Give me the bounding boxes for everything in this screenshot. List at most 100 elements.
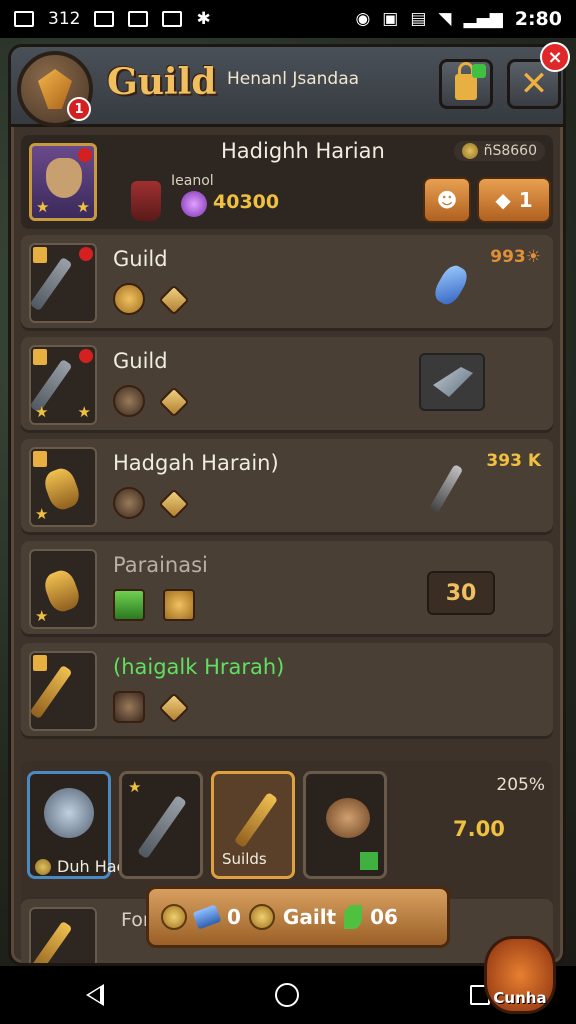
corner-close-button[interactable]: × — [540, 42, 570, 72]
star-icon: ★ — [36, 198, 50, 216]
leader-value: 40300 — [213, 191, 280, 213]
axe-icon — [31, 920, 73, 963]
guild-label: Gailt — [282, 905, 337, 929]
gem-count: 0 — [227, 905, 241, 929]
bluetooth-icon: ✱ — [196, 9, 211, 29]
list-item[interactable]: ★ Parainasi 30 — [21, 541, 553, 637]
leaf-icon — [344, 905, 363, 929]
cookie-icon — [113, 283, 145, 315]
photo-icon — [162, 11, 183, 27]
green-gem-icon — [113, 589, 145, 621]
row-value: 393 K — [486, 451, 541, 471]
signal-icon: ▂▄▆ — [463, 9, 503, 29]
list-item[interactable]: ★ ★ Guild — [21, 337, 553, 433]
guild-coin-icon — [248, 904, 275, 930]
star-icon: ★ — [35, 403, 49, 421]
card-label: Suilds — [222, 850, 267, 868]
diamond-icon — [158, 284, 190, 316]
status-left-text: 312 — [48, 9, 81, 29]
lock-button[interactable] — [439, 59, 493, 109]
leader-name: Hadighh Harian — [221, 139, 385, 163]
torch-icon — [428, 463, 464, 515]
hammer-icon — [31, 256, 73, 312]
plus-icon — [472, 64, 486, 78]
count-box[interactable]: 30 — [427, 571, 495, 615]
guild-emblem[interactable]: 1 — [17, 51, 93, 127]
leader-portrait[interactable]: ★ ★ — [29, 143, 97, 221]
hero-button[interactable]: Cunha — [484, 936, 556, 1014]
corner-counter: ñS8660 — [453, 141, 545, 161]
weapon-card-selected[interactable]: Suilds — [211, 771, 295, 879]
app-icon — [128, 11, 149, 27]
leaf-count: 06 — [370, 905, 398, 929]
home-icon[interactable] — [274, 983, 299, 1007]
back-icon[interactable] — [85, 984, 104, 1006]
percent-value: 205% — [496, 775, 545, 795]
close-icon: ✕ — [519, 64, 549, 104]
list-item[interactable]: Guild 993☀ — [21, 235, 553, 331]
list-item[interactable]: ★ Hadgah Harain) 393 K — [21, 439, 553, 535]
row-title: Parainasi — [113, 553, 208, 577]
item-slot: ★ — [29, 447, 97, 527]
item-card[interactable] — [303, 771, 387, 879]
orb-icon — [113, 487, 145, 519]
item-slot — [29, 651, 97, 731]
item-slot — [29, 907, 97, 963]
alarm-icon: ◉ — [355, 9, 371, 29]
star-icon: ★ — [77, 403, 91, 421]
panel-header: 1 Guild Henanl Jsandaa ✕ — [11, 47, 563, 127]
emblem-badge: 1 — [67, 97, 91, 121]
coin-icon — [161, 904, 187, 930]
status-time: 2:80 — [514, 8, 562, 30]
potion-icon — [131, 181, 161, 221]
weapon-card[interactable]: ★ — [119, 771, 203, 879]
diamond-icon — [158, 386, 190, 418]
page-title: Guild — [107, 61, 217, 103]
item-slot: ★ ★ — [29, 345, 97, 425]
leader-label: Ieanol — [171, 173, 214, 189]
row-title: Hadgah Harain) — [113, 451, 279, 475]
gold-bar-icon — [163, 589, 195, 621]
amber-gem-icon — [38, 69, 72, 109]
notification-icon — [94, 11, 115, 27]
resource-bar[interactable]: 0 Gailt 06 — [146, 886, 450, 948]
spear-icon — [31, 664, 73, 720]
vibrate-icon: ▤ — [410, 9, 427, 29]
star-icon: ★ — [128, 778, 142, 796]
resource-button[interactable]: ◆ 1 — [477, 177, 551, 223]
coin-icon — [35, 858, 51, 875]
coin-icon — [461, 143, 478, 159]
barrel-icon — [326, 798, 370, 838]
row-value: 993☀ — [490, 247, 541, 267]
guild-panel: 1 Guild Henanl Jsandaa ✕ ★ ★ Hadighh Har… — [8, 44, 566, 966]
guild-info-card: ★ ★ Hadighh Harian Ieanol 40300 ñS8660 ☻… — [21, 135, 553, 229]
page-subtitle: Henanl Jsandaa — [227, 69, 360, 89]
cost-value: 7.00 — [453, 817, 505, 841]
star-icon: ★ — [76, 198, 90, 216]
row-title: Guild — [113, 349, 168, 373]
item-slot: ★ — [29, 549, 97, 629]
purple-gem-icon — [181, 191, 207, 217]
row-title: Guild — [113, 247, 168, 271]
cookie-icon — [113, 385, 145, 417]
crystal-icon — [430, 261, 472, 309]
staff-icon — [233, 791, 279, 849]
helmet-icon — [113, 691, 145, 723]
green-flag-icon — [360, 852, 378, 870]
ore-icon: ◆ — [495, 188, 511, 212]
diamond-icon — [158, 488, 190, 520]
message-icon — [14, 11, 34, 27]
emote-button[interactable]: ☻ — [423, 177, 471, 223]
blade-icon — [433, 367, 473, 397]
status-bar: 312 ✱ ◉ ▣ ▤ ◥ ▂▄▆ 2:80 — [0, 0, 576, 38]
alert-dot — [78, 148, 92, 162]
nfc-icon: ▣ — [382, 9, 399, 29]
list-item[interactable]: (haigalk Hrarah) — [21, 643, 553, 739]
wifi-icon: ◥ — [438, 9, 452, 29]
face-icon: ☻ — [436, 188, 458, 212]
cannon-icon — [137, 794, 187, 860]
star-icon: ★ — [35, 505, 49, 523]
row-title: (haigalk Hrarah) — [113, 655, 285, 679]
blade-slot[interactable] — [419, 353, 485, 411]
item-slot — [29, 243, 97, 323]
